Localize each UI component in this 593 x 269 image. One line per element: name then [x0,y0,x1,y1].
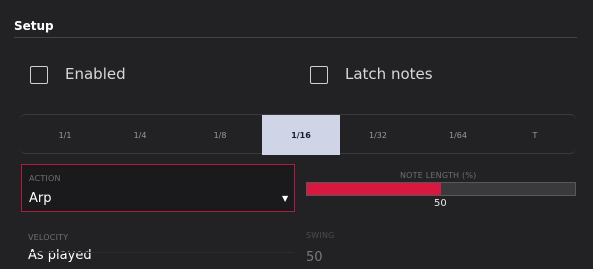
velocity-dropdown[interactable]: As played [28,248,92,263]
enabled-checkbox[interactable] [30,66,48,84]
note-length-slider[interactable] [306,182,576,196]
action-caption: ACTION [29,174,61,183]
section-divider [14,37,577,38]
swing-caption: SWING [306,231,335,240]
action-dropdown[interactable]: ACTION Arp ▼ [21,164,295,212]
rate-button-1-32[interactable]: 1/32 [338,115,418,155]
section-title: Setup [14,19,54,33]
note-length-caption: NOTE LENGTH (%) [400,171,477,180]
rate-button-1-16[interactable]: 1/16 [262,115,340,155]
velocity-caption: VELOCITY [28,233,69,242]
latch-notes-checkbox[interactable] [310,66,328,84]
rate-button-triplet[interactable]: T [498,115,572,155]
note-length-fill [307,183,441,195]
action-value: Arp [29,191,52,206]
note-length-value: 50 [434,198,447,209]
rate-button-1-4[interactable]: 1/4 [100,115,180,155]
swing-value[interactable]: 50 [306,250,323,265]
arpeggiator-panel: Setup Enabled Latch notes 1/1 1/4 1/8 1/… [0,0,593,269]
enabled-label[interactable]: Enabled [65,65,126,83]
velocity-underline [28,252,294,253]
rate-selector: 1/1 1/4 1/8 1/16 1/32 1/64 T [20,114,576,155]
triangle-down-icon: ▼ [282,194,289,203]
latch-notes-label[interactable]: Latch notes [345,65,433,83]
rate-button-1-1[interactable]: 1/1 [20,115,110,155]
rate-button-1-8[interactable]: 1/8 [180,115,260,155]
rate-button-1-64[interactable]: 1/64 [418,115,498,155]
